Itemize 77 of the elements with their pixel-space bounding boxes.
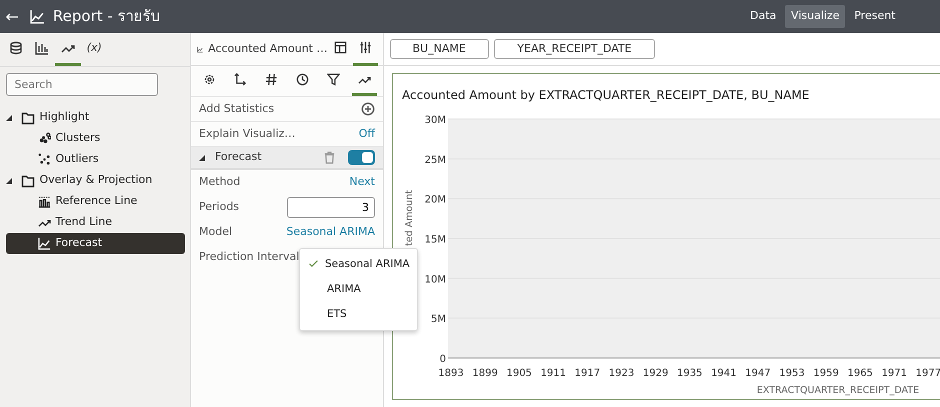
x-tick-label: 1917 bbox=[574, 368, 600, 379]
clock-icon bbox=[296, 73, 310, 86]
clusters-icon bbox=[38, 132, 50, 145]
x-tick-label: 1893 bbox=[438, 368, 464, 379]
bar-chart-icon bbox=[34, 41, 49, 55]
back-button[interactable]: ← bbox=[6, 4, 19, 28]
x-tick-label: 1923 bbox=[608, 368, 634, 379]
property-label: Explain Visualiz… bbox=[199, 126, 296, 142]
tree-item[interactable]: Trend Line bbox=[6, 212, 184, 233]
variables-tab[interactable]: (x) bbox=[80, 33, 108, 66]
panel-title: Accounted Amount … bbox=[208, 40, 328, 57]
hash-icon bbox=[264, 73, 278, 86]
tree-item[interactable]: Forecast bbox=[6, 233, 184, 254]
x-tick-label: 1899 bbox=[472, 368, 498, 379]
chart-title: Accounted Amount by EXTRACTQUARTER_RECEIPT_DATE, BU_NAME bbox=[402, 87, 810, 104]
outliers-icon bbox=[38, 153, 50, 166]
menu-item[interactable]: Seasonal ARIMA bbox=[300, 252, 417, 277]
filter-pill[interactable]: YEAR_RECEIPT_DATE bbox=[494, 39, 655, 59]
x-tick-label: 1971 bbox=[882, 368, 908, 379]
folder-icon bbox=[20, 174, 34, 188]
layout-icon bbox=[334, 41, 346, 54]
menu-item[interactable]: ARIMA bbox=[300, 277, 417, 302]
y-tick-label: 25M bbox=[424, 154, 446, 166]
y-tick-label: 5M bbox=[431, 314, 446, 326]
y-tick-label: 10M bbox=[424, 274, 446, 286]
x-tick-label: 1941 bbox=[711, 368, 737, 379]
folder-icon bbox=[20, 110, 34, 124]
property-label: Periods bbox=[199, 199, 240, 216]
tree-item[interactable]: Clusters bbox=[6, 128, 184, 149]
x-tick-label: 1947 bbox=[745, 368, 771, 379]
periods-field[interactable]: 3 bbox=[287, 197, 375, 218]
y-tick-label: 0 bbox=[440, 354, 446, 365]
x-tick-label: 1905 bbox=[506, 368, 532, 379]
y-tick-label: 15M bbox=[424, 234, 446, 246]
property-label: Prediction Interval bbox=[199, 249, 300, 266]
expand-toggle[interactable] bbox=[199, 154, 205, 160]
reference-line-icon bbox=[38, 195, 50, 208]
search-field[interactable]: Search bbox=[6, 72, 158, 96]
x-tick-label: 1959 bbox=[813, 368, 839, 379]
toggle-switch[interactable] bbox=[348, 150, 375, 165]
add-icon[interactable] bbox=[361, 102, 375, 116]
tree-item[interactable]: Overlay & Projection bbox=[40, 172, 152, 189]
property-value[interactable]: Off bbox=[358, 126, 375, 142]
property-value[interactable]: Next bbox=[349, 174, 375, 191]
x-tick-label: 1911 bbox=[540, 368, 566, 379]
settings-icon bbox=[202, 73, 216, 86]
forecast-icon bbox=[30, 9, 45, 24]
tree-item[interactable]: Highlight bbox=[40, 109, 90, 126]
database-icon bbox=[8, 41, 23, 55]
menu-item[interactable]: ETS bbox=[300, 302, 417, 327]
section-title: Forecast bbox=[215, 149, 262, 166]
axis-icon bbox=[234, 73, 247, 86]
expand-toggle[interactable] bbox=[6, 114, 12, 120]
x-axis-title: EXTRACTQUARTER_RECEIPT_DATE bbox=[756, 385, 920, 396]
section-label: Add Statistics bbox=[199, 100, 274, 117]
y-tick-label: 20M bbox=[424, 194, 446, 206]
x-tick-label: 1965 bbox=[847, 368, 873, 379]
nav-tab[interactable]: Visualize bbox=[785, 5, 846, 28]
x-tick-label: 1977 bbox=[916, 368, 940, 379]
forecast-icon bbox=[38, 237, 50, 250]
nav-tab[interactable]: Data bbox=[744, 5, 782, 28]
tree-item[interactable]: Reference Line bbox=[6, 191, 184, 212]
sliders-icon bbox=[358, 41, 372, 54]
x-tick-label: 1953 bbox=[779, 368, 805, 379]
y-tick-label: 30M bbox=[424, 115, 446, 126]
nav-tab[interactable]: Present bbox=[848, 5, 902, 28]
x-tick-label: 1935 bbox=[676, 368, 702, 379]
report-title: Report - รายรับ bbox=[52, 6, 161, 28]
x-tick-label: 1929 bbox=[642, 368, 668, 379]
filter-pill[interactable]: BU_NAME bbox=[390, 39, 489, 59]
property-value[interactable]: Seasonal ARIMA bbox=[286, 224, 375, 241]
y-axis-title: ted Amount bbox=[404, 190, 415, 246]
property-label: Model bbox=[199, 224, 232, 240]
property-label: Method bbox=[199, 174, 240, 190]
filter-icon bbox=[327, 73, 340, 86]
tree-item[interactable]: Outliers bbox=[6, 149, 184, 170]
expand-toggle[interactable] bbox=[6, 178, 12, 184]
